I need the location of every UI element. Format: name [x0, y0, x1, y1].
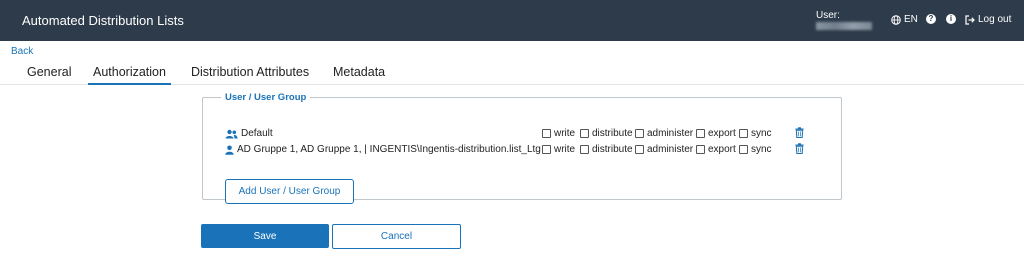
tab-metadata[interactable]: Metadata [333, 65, 385, 83]
user-icon [225, 145, 234, 155]
perm-label: distribute [592, 144, 633, 155]
perm-distribute[interactable]: distribute [580, 144, 633, 155]
user-info: User: [816, 10, 872, 30]
logout-button[interactable]: Log out [965, 14, 1011, 25]
perm-export[interactable]: export [696, 128, 736, 139]
principal-name: Default [241, 128, 273, 139]
tab-bar: General Authorization Distribution Attri… [0, 60, 1024, 85]
user-group-legend: User / User Group [225, 92, 307, 103]
app-header: Automated Distribution Lists User: EN ? … [0, 0, 1024, 41]
permission-row: AD Gruppe 1, AD Gruppe 1, | INGENTIS\Ing… [225, 143, 815, 158]
distribute-checkbox[interactable] [580, 129, 589, 138]
perm-sync[interactable]: sync [739, 128, 772, 139]
write-checkbox[interactable] [542, 145, 551, 154]
perm-label: export [708, 128, 736, 139]
export-checkbox[interactable] [696, 145, 705, 154]
perm-label: distribute [592, 128, 633, 139]
perm-administer[interactable]: administer [635, 144, 693, 155]
info-circle-icon[interactable]: i [946, 14, 956, 24]
perm-export[interactable]: export [696, 144, 736, 155]
sync-checkbox[interactable] [739, 145, 748, 154]
tab-general[interactable]: General [27, 65, 71, 83]
question-circle-icon[interactable]: ? [926, 14, 936, 24]
principal: Default [225, 128, 273, 139]
export-checkbox[interactable] [696, 129, 705, 138]
logout-label: Log out [978, 14, 1012, 25]
language-selector[interactable]: EN [891, 14, 918, 25]
perm-label: export [708, 144, 736, 155]
sync-checkbox[interactable] [739, 129, 748, 138]
app-title: Automated Distribution Lists [22, 13, 184, 28]
permission-row: Default write distribute administer expo… [225, 127, 815, 142]
perm-label: sync [751, 144, 772, 155]
cancel-button[interactable]: Cancel [332, 224, 461, 249]
perm-write[interactable]: write [542, 128, 575, 139]
perm-label: administer [647, 128, 694, 139]
perm-label: write [554, 128, 576, 139]
user-label: User: [816, 10, 840, 21]
user-group-icon [225, 129, 238, 138]
perm-write[interactable]: write [542, 144, 575, 155]
perm-administer[interactable]: administer [635, 128, 693, 139]
globe-icon [891, 14, 901, 25]
principal: AD Gruppe 1, AD Gruppe 1, | INGENTIS\Ing… [225, 144, 541, 155]
administer-checkbox[interactable] [635, 129, 644, 138]
logout-icon [965, 14, 975, 25]
user-group-panel: User / User Group Default write distribu… [202, 92, 842, 204]
trash-icon[interactable] [795, 143, 804, 154]
user-name-blurred [816, 22, 872, 30]
tab-authorization[interactable]: Authorization [88, 65, 171, 85]
perm-label: sync [751, 128, 772, 139]
language-label: EN [904, 14, 918, 25]
write-checkbox[interactable] [542, 129, 551, 138]
add-user-group-button[interactable]: Add User / User Group [225, 179, 354, 204]
principal-name: AD Gruppe 1, AD Gruppe 1, | INGENTIS\Ing… [237, 144, 541, 155]
back-link[interactable]: Back [11, 46, 33, 57]
tab-distribution-attributes[interactable]: Distribution Attributes [191, 65, 309, 83]
perm-sync[interactable]: sync [739, 144, 772, 155]
perm-distribute[interactable]: distribute [580, 128, 633, 139]
distribute-checkbox[interactable] [580, 145, 589, 154]
perm-label: administer [647, 144, 694, 155]
trash-icon[interactable] [795, 127, 804, 138]
administer-checkbox[interactable] [635, 145, 644, 154]
save-button[interactable]: Save [201, 224, 329, 248]
perm-label: write [554, 144, 576, 155]
